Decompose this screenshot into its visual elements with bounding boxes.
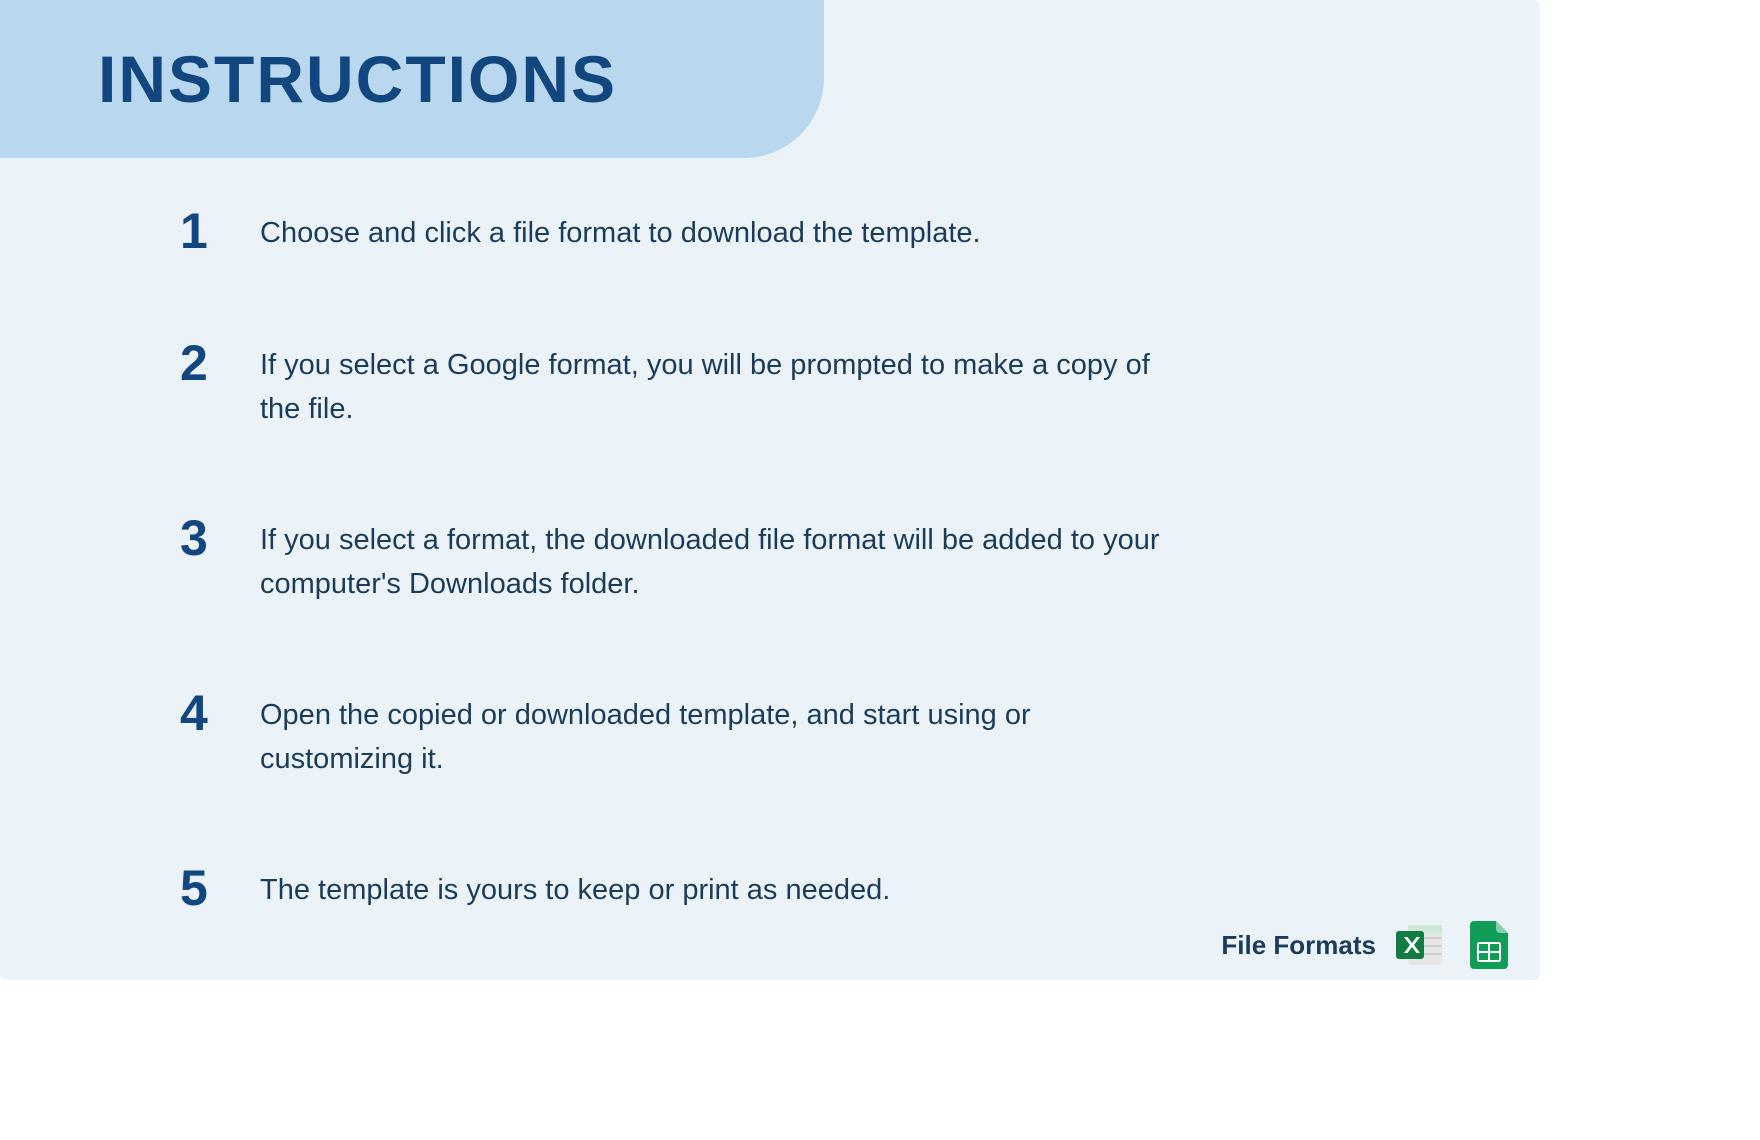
step-number: 3 bbox=[180, 513, 260, 563]
step-text: Choose and click a file format to downlo… bbox=[260, 206, 981, 256]
step-item: 4 Open the copied or downloaded template… bbox=[180, 688, 1160, 781]
step-number: 4 bbox=[180, 688, 260, 738]
step-text: If you select a format, the downloaded f… bbox=[260, 513, 1160, 606]
step-text: Open the copied or downloaded template, … bbox=[260, 688, 1160, 781]
header-band: INSTRUCTIONS bbox=[0, 0, 824, 158]
header-title: INSTRUCTIONS bbox=[98, 41, 617, 117]
step-text: If you select a Google format, you will … bbox=[260, 338, 1160, 431]
step-item: 3 If you select a format, the downloaded… bbox=[180, 513, 1160, 606]
step-number: 5 bbox=[180, 863, 260, 913]
step-item: 5 The template is yours to keep or print… bbox=[180, 863, 1160, 913]
steps-list: 1 Choose and click a file format to down… bbox=[180, 206, 1160, 995]
step-item: 2 If you select a Google format, you wil… bbox=[180, 338, 1160, 431]
instructions-card: INSTRUCTIONS 1 Choose and click a file f… bbox=[0, 0, 1540, 980]
google-sheets-icon[interactable] bbox=[1464, 919, 1516, 971]
page: INSTRUCTIONS 1 Choose and click a file f… bbox=[0, 0, 1760, 1140]
step-item: 1 Choose and click a file format to down… bbox=[180, 206, 1160, 256]
step-text: The template is yours to keep or print a… bbox=[260, 863, 890, 913]
step-number: 2 bbox=[180, 338, 260, 388]
file-formats-label: File Formats bbox=[1221, 930, 1376, 961]
step-number: 1 bbox=[180, 206, 260, 256]
excel-icon[interactable] bbox=[1394, 919, 1446, 971]
footer: File Formats bbox=[0, 910, 1540, 980]
